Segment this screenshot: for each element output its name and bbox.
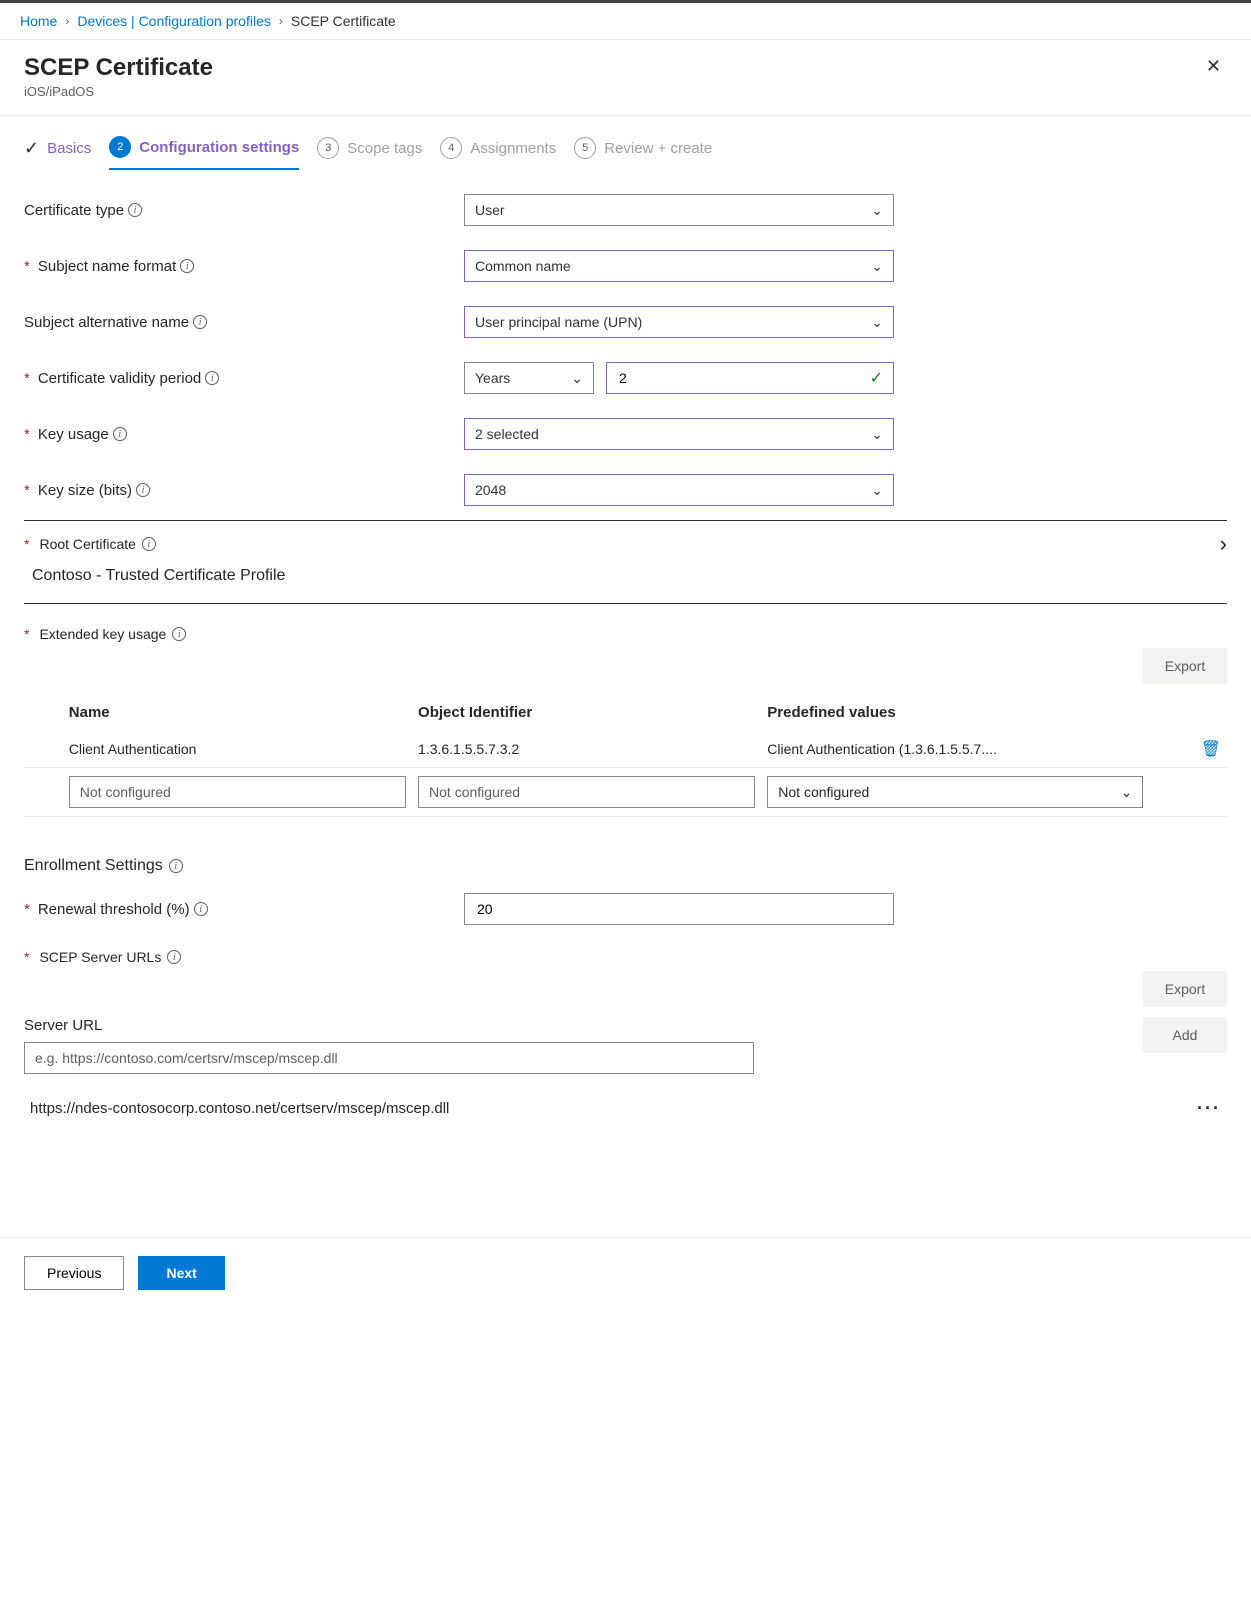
chevron-down-icon: ⌄: [871, 426, 883, 443]
eku-row: Client Authentication 1.3.6.1.5.5.7.3.2 …: [24, 731, 1227, 768]
breadcrumb-home[interactable]: Home: [20, 13, 57, 29]
page-subtitle: iOS/iPadOS: [24, 84, 1227, 99]
info-icon[interactable]: i: [128, 203, 142, 217]
scep-url-item: https://ndes-contosocorp.contoso.net/cer…: [24, 1084, 1227, 1133]
col-oid: Object Identifier: [412, 694, 761, 731]
info-icon[interactable]: i: [194, 902, 208, 916]
server-url-input[interactable]: [24, 1042, 754, 1074]
previous-button[interactable]: Previous: [24, 1256, 124, 1290]
label-renewal: Renewal threshold (%): [38, 901, 190, 918]
subject-name-format-select[interactable]: Common name ⌄: [464, 250, 894, 282]
chevron-down-icon: ⌄: [871, 258, 883, 275]
chevron-down-icon: ⌄: [871, 482, 883, 499]
chevron-down-icon: ⌄: [1121, 784, 1133, 801]
label-key-usage: Key usage: [38, 426, 109, 443]
validity-unit-select[interactable]: Years ⌄: [464, 362, 594, 394]
validity-value-input[interactable]: [606, 362, 894, 394]
breadcrumb-current: SCEP Certificate: [291, 13, 396, 29]
info-icon[interactable]: i: [136, 483, 150, 497]
eku-oid-input[interactable]: [418, 776, 755, 808]
label-eku: Extended key usage: [39, 626, 166, 642]
chevron-right-icon: ›: [279, 14, 283, 28]
eku-name-input[interactable]: [69, 776, 406, 808]
chevron-right-icon[interactable]: ›: [1220, 531, 1227, 557]
eku-new-row: Not configured ⌄: [24, 768, 1227, 817]
wizard-steps: ✓ Basics 2 Configuration settings 3 Scop…: [24, 116, 1227, 170]
label-validity: Certificate validity period: [38, 370, 201, 387]
eku-export-button[interactable]: Export: [1143, 648, 1227, 684]
wizard-step-assignments[interactable]: 4 Assignments: [440, 137, 556, 169]
wizard-step-scope[interactable]: 3 Scope tags: [317, 137, 422, 169]
chevron-right-icon: ›: [65, 14, 69, 28]
add-url-button[interactable]: Add: [1143, 1017, 1227, 1053]
checkmark-icon: ✓: [24, 138, 39, 159]
col-name: Name: [63, 694, 412, 731]
san-select[interactable]: User principal name (UPN) ⌄: [464, 306, 894, 338]
key-size-select[interactable]: 2048 ⌄: [464, 474, 894, 506]
info-icon[interactable]: i: [205, 371, 219, 385]
breadcrumb-devices[interactable]: Devices | Configuration profiles: [77, 13, 271, 29]
wizard-step-review[interactable]: 5 Review + create: [574, 137, 712, 169]
wizard-step-config[interactable]: 2 Configuration settings: [109, 136, 299, 170]
chevron-down-icon: ⌄: [871, 202, 883, 219]
label-scep-urls: SCEP Server URLs: [39, 949, 161, 965]
close-button[interactable]: ✕: [1200, 56, 1227, 76]
info-icon[interactable]: i: [193, 315, 207, 329]
info-icon[interactable]: i: [172, 627, 186, 641]
label-cert-type: Certificate type: [24, 202, 124, 219]
info-icon[interactable]: i: [142, 537, 156, 551]
page-title: SCEP Certificate: [24, 54, 1227, 82]
key-usage-select[interactable]: 2 selected ⌄: [464, 418, 894, 450]
label-server-url: Server URL: [24, 1017, 754, 1034]
renewal-input[interactable]: [464, 893, 894, 925]
label-san: Subject alternative name: [24, 314, 189, 331]
col-predef: Predefined values: [761, 694, 1149, 731]
label-subject-name-format: Subject name format: [38, 258, 176, 275]
scep-export-button[interactable]: Export: [1143, 971, 1227, 1007]
wizard-step-basics[interactable]: ✓ Basics: [24, 138, 91, 169]
label-key-size: Key size (bits): [38, 482, 132, 499]
delete-icon[interactable]: 🗑: [1201, 741, 1221, 758]
info-icon[interactable]: i: [169, 859, 183, 873]
info-icon[interactable]: i: [113, 427, 127, 441]
label-enrollment: Enrollment Settings: [24, 857, 163, 875]
info-icon[interactable]: i: [180, 259, 194, 273]
eku-grid: Name Object Identifier Predefined values…: [24, 694, 1227, 817]
breadcrumb: Home › Devices | Configuration profiles …: [0, 3, 1251, 39]
more-icon[interactable]: ···: [1197, 1098, 1221, 1119]
info-icon[interactable]: i: [167, 950, 181, 964]
label-root-cert: Root Certificate: [39, 536, 135, 552]
chevron-down-icon: ⌄: [571, 370, 583, 387]
root-cert-value: Contoso - Trusted Certificate Profile: [24, 561, 1227, 595]
cert-type-select[interactable]: User ⌄: [464, 194, 894, 226]
eku-predef-select[interactable]: Not configured ⌄: [767, 776, 1143, 808]
next-button[interactable]: Next: [138, 1256, 224, 1290]
chevron-down-icon: ⌄: [871, 314, 883, 331]
